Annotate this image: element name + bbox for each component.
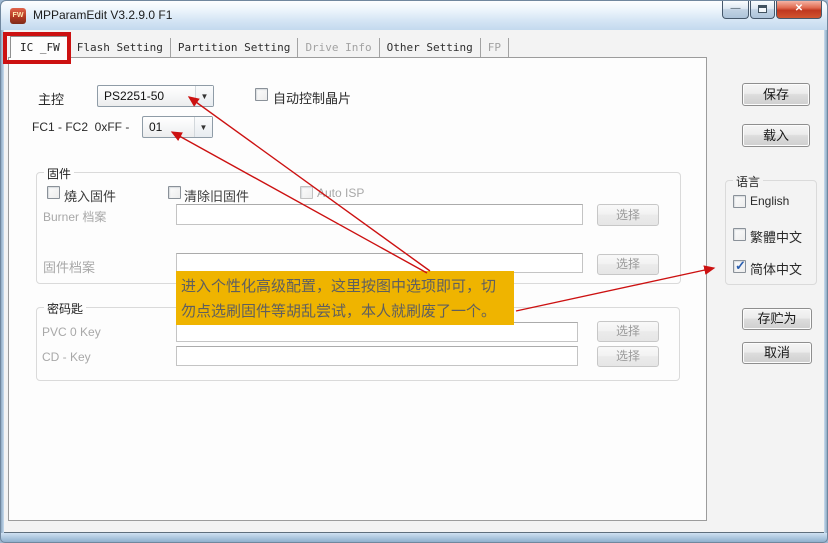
close-icon: ✕: [794, 3, 804, 14]
tab-other-setting[interactable]: Other Setting: [380, 38, 481, 57]
minimize-button[interactable]: —: [722, 1, 749, 19]
language-traditional-label: 繁體中文: [750, 230, 803, 245]
tab-fp[interactable]: FP: [481, 38, 510, 57]
burner-file-select-button[interactable]: 选择: [597, 204, 659, 226]
language-group-title: 语言: [733, 173, 764, 190]
close-button[interactable]: ✕: [776, 1, 822, 19]
tab-partition-setting[interactable]: Partition Setting: [171, 38, 299, 57]
app-icon: FW: [10, 8, 26, 24]
auto-chip-checkbox[interactable]: ✓: [255, 88, 268, 101]
annotation-line1: 进入个性化高级配置，这里按图中选项即可，切: [181, 278, 497, 295]
window-title: MPParamEdit V3.2.9.0 F1: [33, 8, 173, 22]
window-border-right: [824, 30, 828, 533]
firmware-group-title: 固件: [44, 165, 75, 182]
tab-highlight-rectangle: [3, 32, 71, 64]
fc-value: 01: [149, 120, 163, 134]
burner-file-input[interactable]: [176, 204, 583, 225]
burn-firmware-checkbox[interactable]: ✓: [47, 186, 60, 199]
auto-isp-checkbox[interactable]: ✓: [300, 186, 313, 199]
save-as-button[interactable]: 存贮为: [742, 308, 812, 330]
controller-combobox[interactable]: PS2251-50 ▼: [97, 85, 214, 107]
cd-key-label: CD - Key: [42, 350, 91, 364]
firmware-file-input[interactable]: [176, 253, 583, 273]
fc-label: FC1 - FC2 0xFF -: [32, 120, 130, 134]
cancel-button[interactable]: 取消: [742, 342, 812, 364]
auto-isp-label: Auto ISP: [317, 186, 365, 200]
password-key-group-title: 密码匙: [44, 300, 87, 317]
load-button[interactable]: 载入: [742, 124, 810, 147]
mpparamedit-window: { "window": { "title": "MPParamEdit V3.2…: [0, 0, 828, 543]
minimize-icon: —: [730, 3, 741, 14]
language-english-checkbox[interactable]: ✓: [733, 195, 746, 208]
tab-strip: IC _FW Flash Setting Partition Setting D…: [10, 36, 510, 58]
save-button[interactable]: 保存: [742, 83, 810, 106]
chevron-down-icon[interactable]: ▼: [195, 86, 213, 106]
clear-firmware-label: 清除旧固件: [184, 189, 250, 204]
title-bar[interactable]: FW MPParamEdit V3.2.9.0 F1 — ✕: [0, 0, 828, 30]
chevron-down-icon[interactable]: ▼: [194, 117, 212, 137]
pvc-key-label: PVC 0 Key: [42, 325, 101, 339]
clear-firmware-checkbox[interactable]: ✓: [168, 186, 181, 199]
language-simplified-label: 简体中文: [750, 262, 803, 277]
tab-drive-info[interactable]: Drive Info: [298, 38, 380, 57]
fc-combobox[interactable]: 01 ▼: [142, 116, 213, 138]
controller-label: 主控: [38, 92, 65, 107]
window-border-bottom: [0, 533, 828, 543]
language-traditional-checkbox[interactable]: ✓: [733, 228, 746, 241]
pvc-key-input[interactable]: [176, 322, 578, 342]
cd-key-input[interactable]: [176, 346, 578, 366]
annotation-line2: 勿点选刷固件等胡乱尝试，本人就刷废了一个。: [181, 303, 497, 320]
cd-key-select-button[interactable]: 选择: [597, 346, 659, 367]
language-simplified-checkbox[interactable]: ✓: [733, 258, 746, 273]
maximize-icon: [758, 5, 767, 13]
check-icon: ✓: [735, 258, 746, 273]
annotation-note: 进入个性化高级配置，这里按图中选项即可，切 勿点选刷固件等胡乱尝试，本人就刷废了…: [176, 271, 514, 325]
tab-flash-setting[interactable]: Flash Setting: [70, 38, 171, 57]
firmware-file-select-button[interactable]: 选择: [597, 254, 659, 275]
maximize-button[interactable]: [750, 1, 775, 19]
burner-file-label: Burner 档案: [43, 210, 107, 224]
language-english-label: English: [750, 194, 790, 208]
firmware-file-label: 固件档案: [43, 260, 96, 275]
controller-value: PS2251-50: [104, 89, 165, 103]
burn-firmware-label: 燒入固件: [64, 189, 117, 204]
auto-chip-label: 自动控制晶片: [273, 91, 352, 106]
pvc-key-select-button[interactable]: 选择: [597, 321, 659, 342]
